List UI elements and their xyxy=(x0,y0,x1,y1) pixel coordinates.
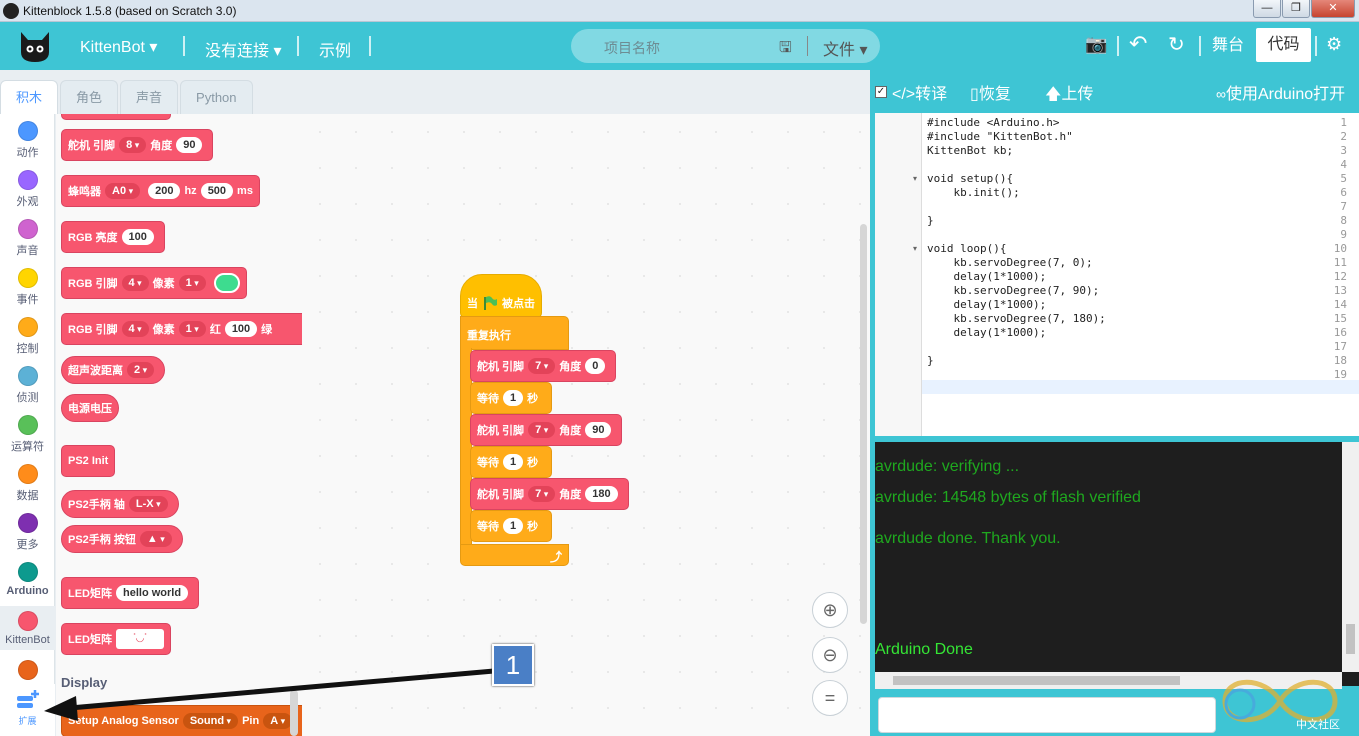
annotation-callout: 1 xyxy=(492,644,534,686)
annotation-arrow xyxy=(44,668,495,721)
